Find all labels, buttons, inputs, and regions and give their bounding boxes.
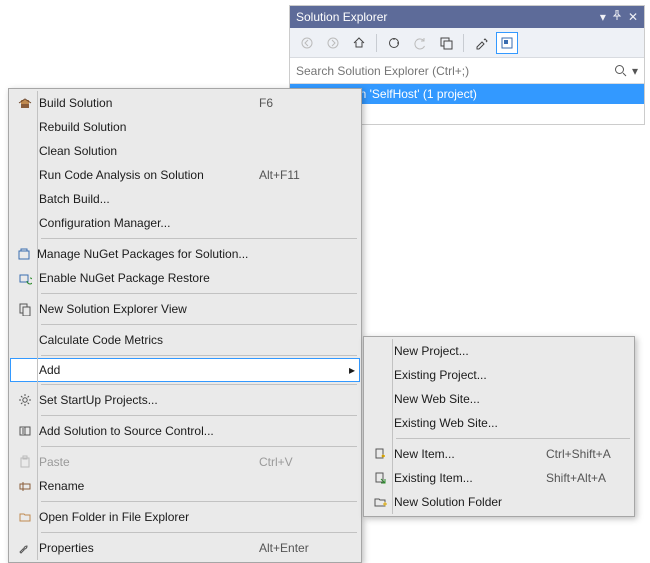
solution-explorer-titlebar: Solution Explorer ▾ ✕ <box>290 6 644 28</box>
new-item-icon <box>366 447 394 461</box>
context-menu: Build Solution F6 Rebuild Solution Clean… <box>8 88 362 563</box>
build-icon <box>11 96 39 110</box>
properties-icon[interactable] <box>470 32 492 54</box>
close-icon[interactable]: ✕ <box>628 10 638 24</box>
menu-rename[interactable]: Rename <box>11 474 359 498</box>
pin-icon[interactable] <box>612 10 622 24</box>
new-folder-icon <box>366 495 394 509</box>
submenu-new-web-site[interactable]: New Web Site... <box>366 387 632 411</box>
menu-clean-solution[interactable]: Clean Solution <box>11 139 359 163</box>
search-input[interactable] <box>296 64 610 78</box>
menu-add-to-source-control[interactable]: Add Solution to Source Control... <box>11 419 359 443</box>
menu-calculate-code-metrics[interactable]: Calculate Code Metrics <box>11 328 359 352</box>
submenu-arrow-icon: ▸ <box>345 363 359 377</box>
menu-properties[interactable]: PropertiesAlt+Enter <box>11 536 359 560</box>
menu-manage-nuget[interactable]: Manage NuGet Packages for Solution... <box>11 242 359 266</box>
nuget-restore-icon <box>11 271 39 285</box>
submenu-existing-project[interactable]: Existing Project... <box>366 363 632 387</box>
rename-icon <box>11 479 39 493</box>
sync-views-icon[interactable] <box>383 32 405 54</box>
existing-item-icon <box>366 471 394 485</box>
menu-rebuild-solution[interactable]: Rebuild Solution <box>11 115 359 139</box>
submenu-existing-web-site[interactable]: Existing Web Site... <box>366 411 632 435</box>
new-view-icon <box>11 302 39 316</box>
menu-build-solution[interactable]: Build Solution F6 <box>11 91 359 115</box>
nuget-icon <box>11 247 37 261</box>
menu-run-code-analysis[interactable]: Run Code Analysis on SolutionAlt+F11 <box>11 163 359 187</box>
paste-icon <box>11 455 39 469</box>
menu-batch-build[interactable]: Batch Build... <box>11 187 359 211</box>
submenu-new-item[interactable]: New Item...Ctrl+Shift+A <box>366 442 632 466</box>
menu-paste: PasteCtrl+V <box>11 450 359 474</box>
menu-open-folder[interactable]: Open Folder in File Explorer <box>11 505 359 529</box>
preview-selected-icon[interactable] <box>496 32 518 54</box>
folder-icon <box>11 510 39 524</box>
submenu-existing-item[interactable]: Existing Item...Shift+Alt+A <box>366 466 632 490</box>
search-icon[interactable] <box>610 64 628 78</box>
menu-set-startup-projects[interactable]: Set StartUp Projects... <box>11 388 359 412</box>
solution-explorer-title: Solution Explorer <box>296 10 600 24</box>
wrench-icon <box>11 541 39 555</box>
search-dropdown-icon[interactable]: ▾ <box>628 64 638 78</box>
forward-icon[interactable] <box>322 32 344 54</box>
source-control-icon <box>11 424 39 438</box>
search-bar: ▾ <box>290 58 644 84</box>
submenu-new-project[interactable]: New Project... <box>366 339 632 363</box>
collapse-all-icon[interactable] <box>435 32 457 54</box>
menu-configuration-manager[interactable]: Configuration Manager... <box>11 211 359 235</box>
home-icon[interactable] <box>348 32 370 54</box>
gear-icon <box>11 393 39 407</box>
refresh-icon[interactable] <box>409 32 431 54</box>
menu-enable-nuget-restore[interactable]: Enable NuGet Package Restore <box>11 266 359 290</box>
dropdown-icon[interactable]: ▾ <box>600 10 606 24</box>
menu-add[interactable]: Add▸ <box>10 358 360 382</box>
back-icon[interactable] <box>296 32 318 54</box>
solution-explorer-toolbar <box>290 28 644 58</box>
submenu-new-solution-folder[interactable]: New Solution Folder <box>366 490 632 514</box>
add-submenu: New Project... Existing Project... New W… <box>363 336 635 517</box>
menu-new-solution-explorer-view[interactable]: New Solution Explorer View <box>11 297 359 321</box>
